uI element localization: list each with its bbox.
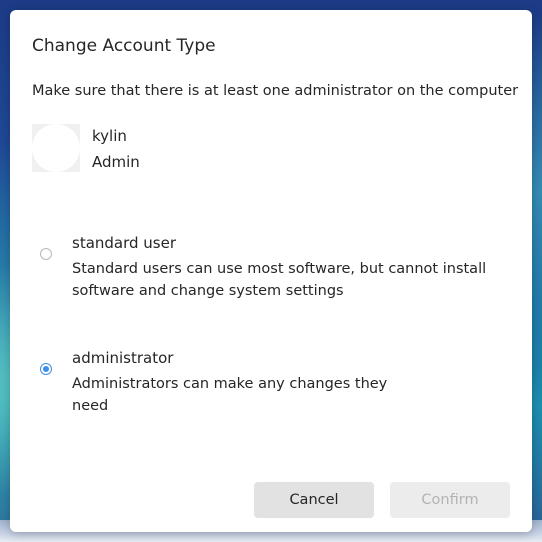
standard-user-description-line1: Standard users can use most software, bu… xyxy=(72,261,487,277)
user-account-type: Admin xyxy=(92,153,140,171)
avatar-image xyxy=(32,124,80,172)
administrator-radio[interactable] xyxy=(40,363,52,375)
standard-user-label: standard user xyxy=(72,234,177,252)
administrator-description-line1: Administrators can make any changes they xyxy=(72,376,388,392)
standard-user-description-line2: software and change system settings xyxy=(72,283,344,299)
avatar xyxy=(32,124,80,172)
administrator-label: administrator xyxy=(72,349,174,367)
standard-user-radio[interactable] xyxy=(40,248,52,260)
admin-requirement-hint: Make sure that there is at least one adm… xyxy=(32,83,519,99)
confirm-button[interactable]: Confirm xyxy=(390,482,510,518)
dialog-title: Change Account Type xyxy=(32,36,216,56)
cancel-button[interactable]: Cancel xyxy=(254,482,374,518)
change-account-type-dialog: Change Account Type Make sure that there… xyxy=(10,10,532,532)
user-name: kylin xyxy=(92,127,127,145)
administrator-description-line2: need xyxy=(72,398,109,414)
